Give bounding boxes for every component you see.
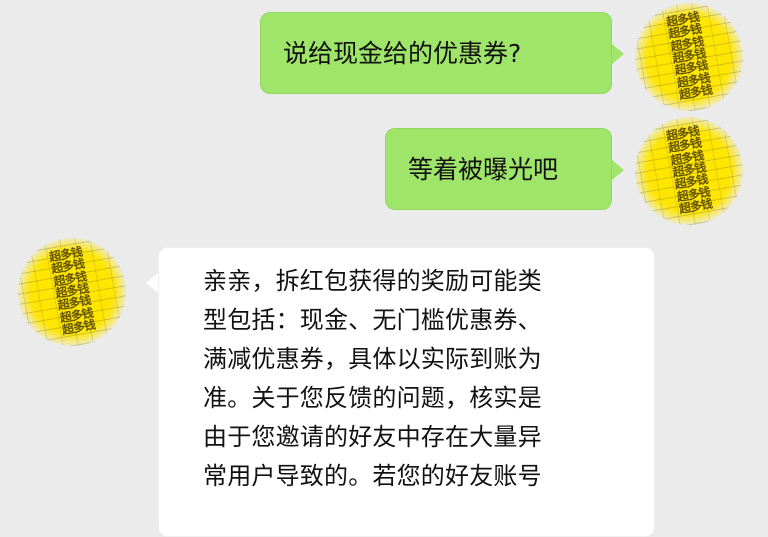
message-bubble-outgoing[interactable]: 说给现金给的优惠券?: [260, 12, 612, 94]
message-line: 亲亲，拆红包获得的奖励可能类: [203, 267, 542, 295]
message-text: 等着被曝光吧: [408, 155, 559, 184]
message-tail-outgoing: [612, 160, 624, 180]
avatar-self[interactable]: 超多钱 超多钱 超多钱 超多钱 超多钱 超多钱 超多钱: [635, 3, 743, 111]
message-line: 由于您邀请的好友中存在大量异: [203, 423, 542, 451]
avatar-contact[interactable]: 超多钱 超多钱 超多钱 超多钱 超多钱 超多钱 超多钱: [18, 238, 126, 346]
avatar-pattern-icon: 超多钱 超多钱 超多钱 超多钱 超多钱 超多钱 超多钱: [638, 120, 740, 220]
message-line: 准。关于您反馈的问题，核实是: [203, 384, 542, 412]
message-line: 常用户导致的。若您的好友账号: [203, 462, 542, 490]
message-bubble-incoming[interactable]: 亲亲，拆红包获得的奖励可能类 型包括：现金、无门槛优惠券、 满减优惠券，具体以实…: [158, 247, 655, 537]
message-line: 型包括：现金、无门槛优惠券、: [203, 306, 542, 334]
message-bubble-outgoing[interactable]: 等着被曝光吧: [385, 128, 612, 210]
avatar-pattern-icon: 超多钱 超多钱 超多钱 超多钱 超多钱 超多钱 超多钱: [638, 6, 740, 106]
chat-view: 说给现金给的优惠券? 超多钱 超多钱 超多钱 超多钱 超多钱 超多钱 超多钱 等…: [0, 0, 768, 537]
avatar-pattern-icon: 超多钱 超多钱 超多钱 超多钱 超多钱 超多钱 超多钱: [21, 241, 123, 341]
message-tail-incoming: [146, 273, 158, 293]
message-tail-outgoing: [612, 44, 624, 64]
message-text: 说给现金给的优惠券?: [283, 39, 522, 68]
message-text-block: 亲亲，拆红包获得的奖励可能类 型包括：现金、无门槛优惠券、 满减优惠券，具体以实…: [181, 248, 632, 496]
message-line: 满减优惠券，具体以实际到账为: [203, 345, 542, 373]
avatar-self[interactable]: 超多钱 超多钱 超多钱 超多钱 超多钱 超多钱 超多钱: [635, 117, 743, 225]
